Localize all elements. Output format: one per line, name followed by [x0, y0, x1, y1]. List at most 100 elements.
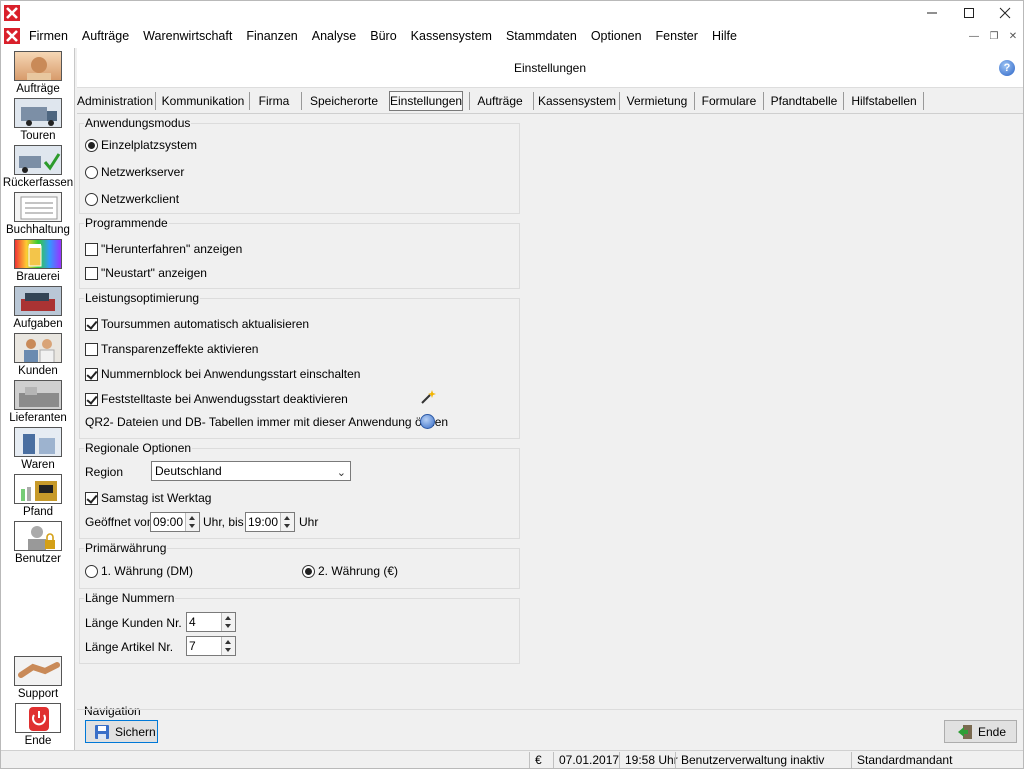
- checkbox-nummernblock[interactable]: Nummernblock bei Anwendungsstart einscha…: [85, 367, 360, 381]
- checkbox-herunterfahren[interactable]: "Herunterfahren" anzeigen: [85, 242, 242, 256]
- open-from-spinner[interactable]: 09:00: [150, 512, 200, 532]
- tab-kassensystem[interactable]: Kassensystem: [537, 90, 617, 112]
- tab-pfandtabelle[interactable]: Pfandtabelle: [769, 90, 839, 112]
- customers-icon: [14, 333, 62, 363]
- mdi-minimize-button[interactable]: —: [965, 28, 983, 45]
- checkbox-neustart[interactable]: "Neustart" anzeigen: [85, 266, 207, 280]
- menu-hilfe[interactable]: Hilfe: [705, 25, 744, 48]
- qr2-apply-button[interactable]: [420, 414, 435, 429]
- tab-administration[interactable]: Administration: [77, 90, 153, 112]
- menu-finanzen[interactable]: Finanzen: [239, 25, 304, 48]
- group-title: Anwendungsmodus: [84, 116, 192, 130]
- group-regionale-optionen: Regionale Optionen Region Deutschland ⌄ …: [79, 441, 520, 539]
- sidebar-item-buchhaltung[interactable]: Buchhaltung: [1, 192, 75, 237]
- sidebar-item-waren[interactable]: Waren: [1, 427, 75, 472]
- status-time: 19:58 Uhr: [619, 752, 678, 768]
- sidebar: Aufträge Touren Rückerfassen Buchhaltung…: [1, 48, 75, 750]
- chevron-down-icon: ⌄: [336, 467, 346, 479]
- menu-fenster[interactable]: Fenster: [649, 25, 705, 48]
- tab-vermietung[interactable]: Vermietung: [625, 90, 689, 112]
- mdi-restore-button[interactable]: ❐: [985, 28, 1003, 45]
- close-button[interactable]: [988, 1, 1022, 25]
- region-select[interactable]: Deutschland ⌄: [151, 461, 351, 481]
- radio-einzelplatzsystem[interactable]: Einzelplatzsystem: [85, 138, 197, 152]
- content-header: Einstellungen ?: [77, 48, 1023, 88]
- menu-buero[interactable]: Büro: [363, 25, 403, 48]
- checkbox-transparenz[interactable]: Transparenzeffekte aktivieren: [85, 342, 258, 356]
- menu-stammdaten[interactable]: Stammdaten: [499, 25, 584, 48]
- sidebar-item-touren[interactable]: Touren: [1, 98, 75, 143]
- truck-check-icon: [14, 145, 62, 175]
- save-button[interactable]: Sichern: [85, 720, 158, 743]
- spin-up-icon: [189, 516, 195, 520]
- end-button[interactable]: Ende: [944, 720, 1017, 743]
- spin-up-icon: [284, 516, 290, 520]
- navigation-label: Navigation: [84, 704, 141, 718]
- group-title: Primärwährung: [84, 541, 168, 555]
- group-anwendungsmodus: Anwendungsmodus Einzelplatzsystem Netzwe…: [79, 116, 520, 214]
- status-mandant: Standardmandant: [851, 752, 1001, 768]
- radio-netzwerkserver[interactable]: Netzwerkserver: [85, 165, 184, 179]
- region-label: Region: [85, 465, 124, 479]
- tab-kommunikation[interactable]: Kommunikation: [161, 90, 245, 112]
- brewery-icon: [14, 239, 62, 269]
- minimize-button[interactable]: [915, 1, 949, 25]
- ledger-icon: [14, 192, 62, 222]
- sidebar-item-support[interactable]: Support: [1, 656, 75, 701]
- tab-firma[interactable]: Firma: [253, 90, 295, 112]
- checkbox-toursummen[interactable]: Toursummen automatisch aktualisieren: [85, 317, 309, 331]
- floppy-disk-icon: [94, 724, 110, 740]
- sidebar-item-brauerei[interactable]: Brauerei: [1, 239, 75, 284]
- status-currency: €: [529, 752, 551, 768]
- radio-waehrung-euro[interactable]: 2. Währung (€): [302, 564, 398, 578]
- maximize-button[interactable]: [952, 1, 986, 25]
- radio-waehrung-dm[interactable]: 1. Währung (DM): [85, 564, 193, 578]
- kunden-nr-spinner[interactable]: 4: [186, 612, 236, 632]
- suppliers-icon: [14, 380, 62, 410]
- group-title: Programmende: [84, 216, 169, 230]
- status-date: 07.01.2017: [553, 752, 619, 768]
- sidebar-item-auftraege[interactable]: Aufträge: [1, 51, 75, 96]
- tab-einstellungen[interactable]: Einstellungen: [389, 91, 463, 111]
- kunden-nr-label: Länge Kunden Nr.: [85, 616, 182, 630]
- menu-auftraege[interactable]: Aufträge: [75, 25, 136, 48]
- help-icon[interactable]: ?: [999, 60, 1015, 76]
- status-bar: € 07.01.2017 19:58 Uhr Benutzerverwaltun…: [1, 750, 1023, 768]
- uhr-label: Uhr: [299, 515, 319, 529]
- deposit-crate-icon: [14, 474, 62, 504]
- spin-up-icon: [225, 640, 231, 644]
- menu-optionen[interactable]: Optionen: [584, 25, 649, 48]
- sidebar-item-rueckerfassen[interactable]: Rückerfassen: [1, 145, 75, 190]
- menu-kassensystem[interactable]: Kassensystem: [404, 25, 499, 48]
- sidebar-item-aufgaben[interactable]: Aufgaben: [1, 286, 75, 331]
- open-from-label: Geöffnet von: [85, 515, 154, 529]
- uhr-bis-label: Uhr, bis: [203, 515, 244, 529]
- open-to-spinner[interactable]: 19:00: [245, 512, 295, 532]
- sidebar-item-kunden[interactable]: Kunden: [1, 333, 75, 378]
- sidebar-item-ende[interactable]: Ende: [1, 703, 75, 748]
- tab-formulare[interactable]: Formulare: [699, 90, 759, 112]
- sidebar-item-pfand[interactable]: Pfand: [1, 474, 75, 519]
- menu-firmen[interactable]: Firmen: [22, 25, 75, 48]
- power-icon: [15, 703, 61, 733]
- checkbox-feststelltaste[interactable]: Feststelltaste bei Anwendugsstart deakti…: [85, 392, 348, 406]
- sidebar-item-benutzer[interactable]: Benutzer: [1, 521, 75, 566]
- menu-analyse[interactable]: Analyse: [305, 25, 363, 48]
- sidebar-item-lieferanten[interactable]: Lieferanten: [1, 380, 75, 425]
- tab-hilfstabellen[interactable]: Hilfstabellen: [849, 90, 919, 112]
- artikel-nr-spinner[interactable]: 7: [186, 636, 236, 656]
- group-laenge-nummern: Länge Nummern Länge Kunden Nr. 4 Länge A…: [79, 591, 520, 664]
- spin-down-icon: [189, 524, 195, 528]
- mdi-close-button[interactable]: ✕: [1004, 28, 1022, 45]
- checkbox-samstag-werktag[interactable]: Samstag ist Werktag: [85, 491, 211, 505]
- magic-wand-icon[interactable]: [420, 389, 436, 405]
- radio-netzwerkclient[interactable]: Netzwerkclient: [85, 192, 179, 206]
- exit-door-icon: [957, 724, 973, 740]
- group-title: Regionale Optionen: [84, 441, 193, 455]
- tab-speicherorte[interactable]: Speicherorte: [307, 90, 381, 112]
- menu-warenwirtschaft[interactable]: Warenwirtschaft: [136, 25, 239, 48]
- menu-logo-icon[interactable]: [4, 28, 20, 44]
- artikel-nr-label: Länge Artikel Nr.: [85, 640, 174, 654]
- tab-auftraege[interactable]: Aufträge: [473, 90, 527, 112]
- spin-down-icon: [225, 648, 231, 652]
